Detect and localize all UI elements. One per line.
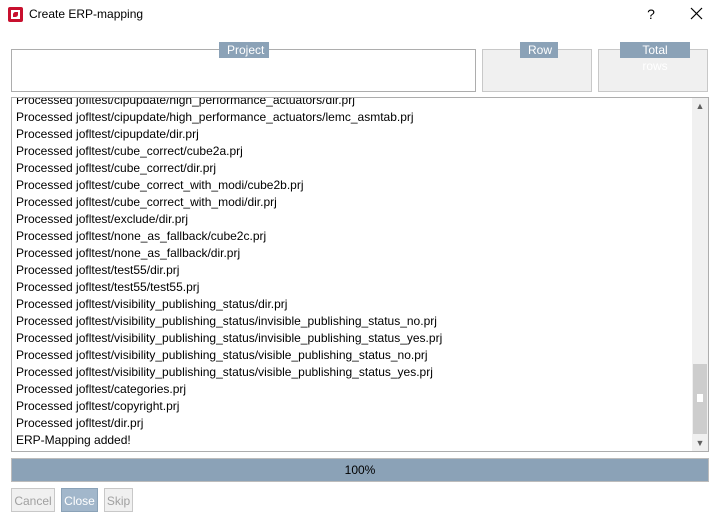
- log-line: Processed jofltest/test55/test55.prj: [16, 280, 200, 294]
- project-group-label: Project: [219, 42, 269, 58]
- log-line: ERP-Mapping added!: [16, 433, 131, 447]
- close-window-button[interactable]: [684, 3, 708, 25]
- close-icon: [690, 7, 702, 20]
- log-line: Processed jofltest/dir.prj: [16, 416, 144, 430]
- progress-bar: 100%: [11, 458, 709, 482]
- log-line: Processed jofltest/cube_correct_with_mod…: [16, 178, 304, 192]
- total-rows-group-label: Total rows: [620, 42, 690, 73]
- log-line: Processed jofltest/visibility_publishing…: [16, 314, 437, 328]
- row-group-label: Row: [520, 42, 558, 58]
- project-group: Project: [11, 42, 476, 92]
- log-line: Processed jofltest/cube_correct/cube2a.p…: [16, 144, 243, 158]
- log-line: Processed jofltest/categories.prj: [16, 382, 187, 396]
- window-title: Create ERP-mapping: [29, 7, 144, 21]
- cancel-button[interactable]: Cancel: [11, 488, 55, 512]
- skip-button[interactable]: Skip: [104, 488, 133, 512]
- log-line: Processed jofltest/visibility_publishing…: [16, 365, 433, 379]
- log-line: Processed jofltest/none_as_fallback/cube…: [16, 229, 267, 243]
- help-button[interactable]: ?: [640, 3, 662, 25]
- log-line: Processed jofltest/cube_correct_with_mod…: [16, 195, 277, 209]
- log-scrollbar[interactable]: ▲ ▼: [692, 98, 708, 451]
- scroll-thumb[interactable]: [693, 364, 707, 434]
- row-group: Row: [482, 42, 592, 92]
- close-button[interactable]: Close: [61, 488, 98, 512]
- log-line: Processed jofltest/exclude/dir.prj: [16, 212, 189, 226]
- log-line: Processed jofltest/visibility_publishing…: [16, 348, 428, 362]
- log-lines: Processed jofltest/cipupdate/high_perfor…: [16, 97, 692, 449]
- log-line: Processed jofltest/test55/dir.prj: [16, 263, 180, 277]
- log-line: Processed jofltest/cube_correct/dir.prj: [16, 161, 217, 175]
- scroll-up-arrow-icon[interactable]: ▲: [692, 98, 708, 114]
- log-output[interactable]: Processed jofltest/cipupdate/high_perfor…: [11, 97, 709, 452]
- log-line: Processed jofltest/cipupdate/high_perfor…: [16, 110, 414, 124]
- log-line: Processed jofltest/cipupdate/high_perfor…: [16, 97, 355, 107]
- log-line: Processed jofltest/none_as_fallback/dir.…: [16, 246, 241, 260]
- log-line: Processed jofltest/visibility_publishing…: [16, 331, 443, 345]
- app-logo-icon: [8, 7, 23, 22]
- title-bar: Create ERP-mapping ?: [0, 0, 717, 30]
- log-line: Processed jofltest/visibility_publishing…: [16, 297, 288, 311]
- scroll-down-arrow-icon[interactable]: ▼: [692, 435, 708, 451]
- log-line: Processed jofltest/copyright.prj: [16, 399, 180, 413]
- log-line: Processed jofltest/cipupdate/dir.prj: [16, 127, 199, 141]
- total-rows-group: Total rows: [598, 42, 708, 92]
- progress-label: 100%: [344, 463, 376, 477]
